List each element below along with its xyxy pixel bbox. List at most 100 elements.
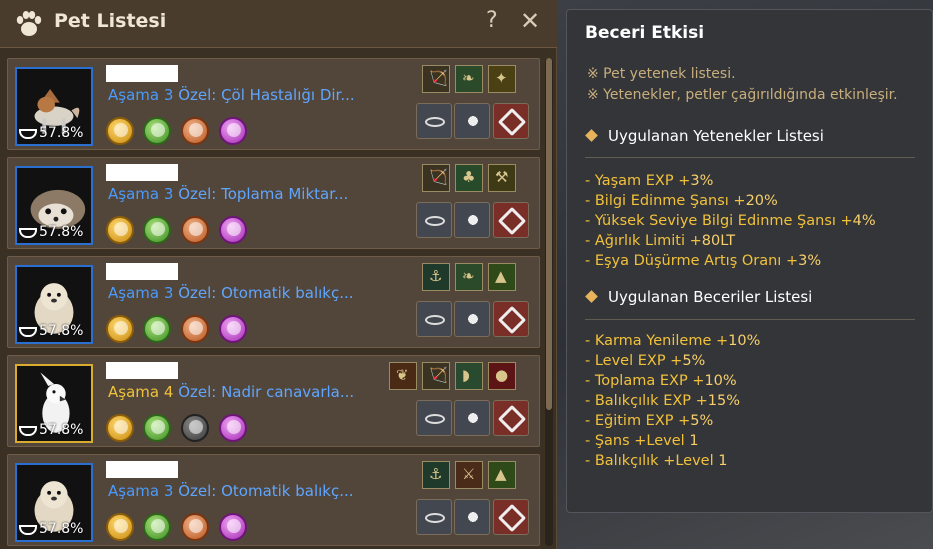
trait-icon[interactable] xyxy=(181,117,209,145)
talent-header-label: Uygulanan Yetenekler Listesi xyxy=(608,127,824,145)
skill-glyph: ⚔ xyxy=(462,465,476,483)
pet-info-button[interactable] xyxy=(454,202,490,238)
red-skill-icon[interactable]: ● xyxy=(488,362,516,390)
feed-button[interactable] xyxy=(416,202,452,238)
skill-glyph: ● xyxy=(495,366,509,384)
skill-glyph: ♣ xyxy=(462,168,476,186)
skill-line: - Toplama EXP +10% xyxy=(585,373,737,389)
pet-row[interactable]: 57.8% Aşama 3 Özel: Toplama Miktar... 🏹 ♣… xyxy=(7,157,540,249)
trait-icon[interactable] xyxy=(181,315,209,343)
pet-row[interactable]: 57.8% Aşama 4 Özel: Nadir canavarla... ❦… xyxy=(7,355,540,447)
close-button[interactable]: ✕ xyxy=(520,7,540,35)
seal-icon xyxy=(497,503,527,533)
axe-skill-icon[interactable]: ⚔ xyxy=(455,461,483,489)
talent-line: - Bilgi Edinme Şansı +20% xyxy=(585,193,778,209)
ranged-skill-icon[interactable]: 🏹 xyxy=(422,362,450,390)
trait-icon[interactable] xyxy=(219,117,247,145)
feed-button[interactable] xyxy=(416,103,452,139)
ranged-skill-icon[interactable]: 🏹 xyxy=(422,65,450,93)
skill-header-label: Uygulanan Beceriler Listesi xyxy=(608,288,813,306)
trait-icon[interactable] xyxy=(106,513,134,541)
ranged-skill-icon[interactable]: 🏹 xyxy=(422,164,450,192)
trait-icon[interactable] xyxy=(143,315,171,343)
trait-icon[interactable] xyxy=(106,414,134,442)
skill-line: - Karma Yenileme +10% xyxy=(585,333,760,349)
gather-skill-icon[interactable]: ✦ xyxy=(488,65,516,93)
pet-list: 57.8% Aşama 3 Özel: Çöl Hastalığı Dir...… xyxy=(0,58,543,549)
trait-icon[interactable] xyxy=(219,216,247,244)
pet-skill-icons: ⚓ ❧ ▲ xyxy=(8,263,541,291)
skill-glyph: ⚒ xyxy=(495,168,509,186)
bowl-icon xyxy=(425,414,445,424)
wing-skill-icon[interactable]: ❧ xyxy=(455,263,483,291)
talent-section-header: Uygulanan Yetenekler Listesi xyxy=(585,127,824,145)
feed-button[interactable] xyxy=(416,301,452,337)
skill-glyph: 🏹 xyxy=(429,366,448,384)
leaf-skill-icon[interactable]: ❦ xyxy=(389,362,417,390)
trait-icon[interactable] xyxy=(181,414,209,442)
title-bar[interactable]: Pet Listesi ? ✕ xyxy=(0,0,557,48)
trait-icon[interactable] xyxy=(219,315,247,343)
weight-skill-icon[interactable]: ▲ xyxy=(488,461,516,489)
pet-skill-icons: ⚓ ⚔ ▲ xyxy=(8,461,541,489)
seal-pet-button[interactable] xyxy=(493,202,529,238)
fishing-skill-icon[interactable]: ⚓ xyxy=(422,263,450,291)
seal-icon xyxy=(497,404,527,434)
trait-icon[interactable] xyxy=(143,513,171,541)
hunger-percent: 57.8% xyxy=(39,521,84,537)
fishing-skill-icon[interactable]: ⚓ xyxy=(422,461,450,489)
seal-pet-button[interactable] xyxy=(493,499,529,535)
seal-pet-button[interactable] xyxy=(493,103,529,139)
trait-icon[interactable] xyxy=(143,414,171,442)
pet-row[interactable]: 57.8% Aşama 3 Özel: Otomatik balıkç... ⚓… xyxy=(7,256,540,348)
skill-value: 1 xyxy=(689,433,699,449)
pet-info-button[interactable] xyxy=(454,103,490,139)
skill-line: - Balıkçılık EXP +15% xyxy=(585,393,740,409)
pickaxe-skill-icon[interactable]: ⚒ xyxy=(488,164,516,192)
pet-info-button[interactable] xyxy=(454,301,490,337)
skill-line: - Balıkçılık +Level 1 xyxy=(585,453,727,469)
trait-icon[interactable] xyxy=(219,414,247,442)
divider xyxy=(585,157,915,158)
trait-icon[interactable] xyxy=(143,216,171,244)
talent-name: - Yaşam EXP + xyxy=(585,173,691,189)
pet-row[interactable]: 57.8% Aşama 3 Özel: Otomatik balıkç... ⚓… xyxy=(7,454,540,546)
seal-pet-button[interactable] xyxy=(493,400,529,436)
pet-skill-icons: ❦ 🏹 ◗ ● xyxy=(8,362,541,390)
seal-pet-button[interactable] xyxy=(493,301,529,337)
skill-glyph: ◗ xyxy=(462,366,470,384)
trait-icon[interactable] xyxy=(219,513,247,541)
skill-value: 10% xyxy=(728,333,761,349)
trait-icon[interactable] xyxy=(181,513,209,541)
pet-row[interactable]: 57.8% Aşama 3 Özel: Çöl Hastalığı Dir...… xyxy=(7,58,540,150)
hunger-percent: 57.8% xyxy=(39,323,84,339)
skill-value: 1 xyxy=(718,453,728,469)
pet-info-button[interactable] xyxy=(454,499,490,535)
skill-name: - Balıkçılık +Level xyxy=(585,453,719,469)
skill-name: - Eğitim EXP + xyxy=(585,413,691,429)
pet-info-button[interactable] xyxy=(454,400,490,436)
trait-icon[interactable] xyxy=(106,216,134,244)
tooltip-note: ※ Yetenekler, petler çağırıldığında etki… xyxy=(587,87,898,103)
wing-skill-icon[interactable]: ❧ xyxy=(455,65,483,93)
feed-button[interactable] xyxy=(416,499,452,535)
scrollbar[interactable] xyxy=(545,58,553,546)
tooltip-note: ※ Pet yetenek listesi. xyxy=(587,66,736,82)
diamond-icon xyxy=(585,290,598,303)
talent-value: 20% xyxy=(745,193,778,209)
trait-icon[interactable] xyxy=(143,117,171,145)
skill-glyph: ❧ xyxy=(462,69,475,87)
trait-icon[interactable] xyxy=(181,216,209,244)
trait-icon[interactable] xyxy=(106,117,134,145)
talent-line: - Yüksek Seviye Bilgi Edinme Şansı +4% xyxy=(585,213,876,229)
skill-name: - Karma Yenileme + xyxy=(585,333,729,349)
scrollbar-thumb[interactable] xyxy=(546,58,552,410)
bowl-icon xyxy=(425,315,445,325)
weight-skill-icon[interactable]: ▲ xyxy=(488,263,516,291)
feed-button[interactable] xyxy=(416,400,452,436)
talent-value: 4% xyxy=(852,213,876,229)
help-button[interactable]: ? xyxy=(486,8,498,33)
trait-icon[interactable] xyxy=(106,315,134,343)
clover-skill-icon[interactable]: ♣ xyxy=(455,164,483,192)
horn-skill-icon[interactable]: ◗ xyxy=(455,362,483,390)
